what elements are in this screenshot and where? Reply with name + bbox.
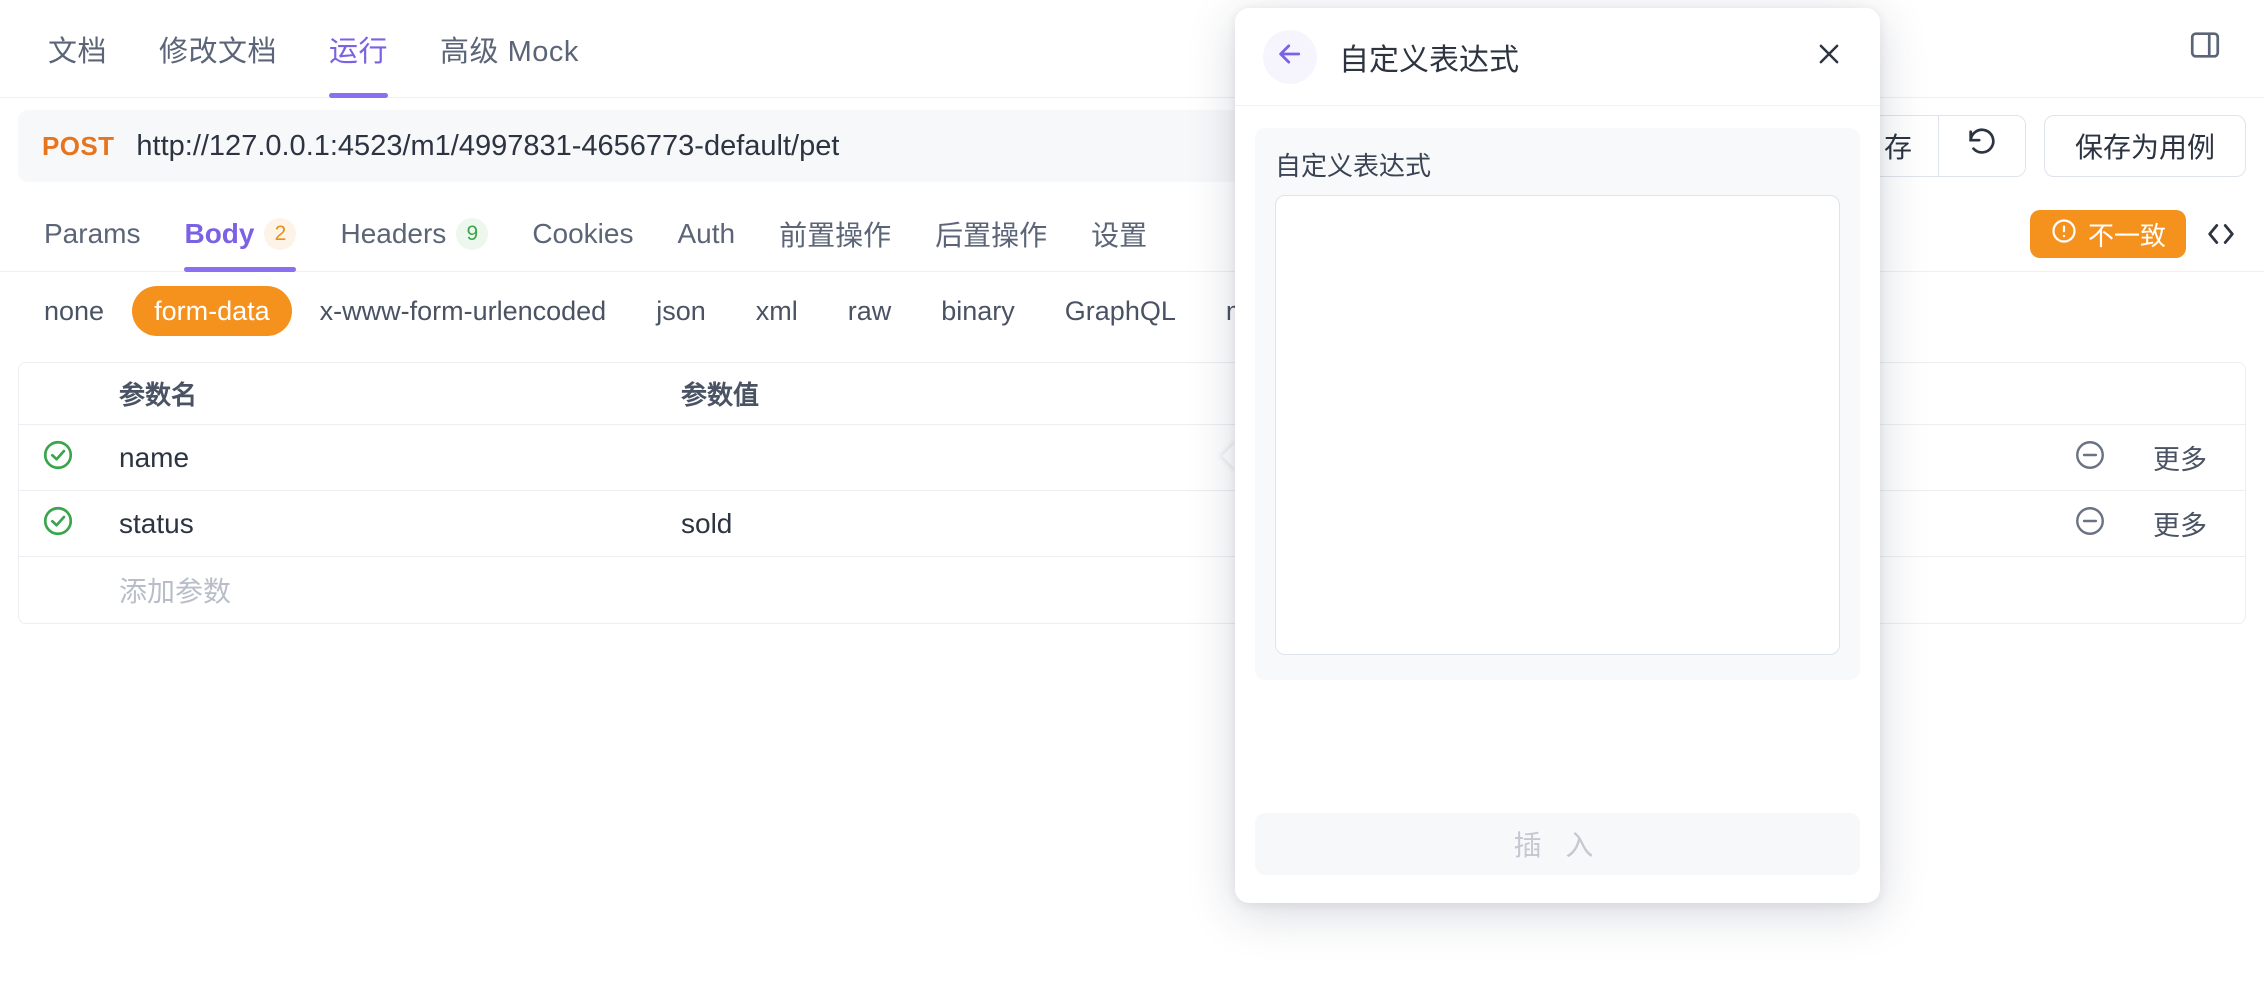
tab-label: 前置操作	[779, 214, 891, 254]
modal-close-button[interactable]	[1806, 34, 1852, 80]
tab-label: 设置	[1091, 214, 1147, 254]
content-type-x-www-form-urlencoded[interactable]: x-www-form-urlencoded	[298, 286, 629, 336]
row-checkbox[interactable]	[19, 438, 97, 477]
request-tabs-right-actions: 不一致	[2030, 196, 2238, 272]
row-actions: 更多	[2015, 438, 2245, 477]
content-type-binary[interactable]: binary	[919, 286, 1037, 336]
row-more-button[interactable]: 更多	[2153, 438, 2207, 477]
doc-tab-label: 高级 Mock	[440, 28, 579, 70]
document-tabs: 文档 修改文档 运行 高级 Mock	[0, 0, 2264, 98]
url-text: http://127.0.0.1:4523/m1/4997831-4656773…	[136, 130, 839, 163]
doc-tab-run[interactable]: 运行	[303, 0, 414, 98]
add-param-row[interactable]: 添加参数	[19, 557, 2245, 623]
row-more-button[interactable]: 更多	[2153, 504, 2207, 543]
tab-headers[interactable]: Headers 9	[318, 196, 510, 272]
doc-tab-label: 文档	[48, 28, 107, 70]
custom-expression-modal: 自定义表达式 自定义表达式 插 入	[1235, 8, 1880, 903]
row-checkbox[interactable]	[19, 504, 97, 543]
reset-button[interactable]	[1938, 116, 2025, 176]
doc-tab-edit-document[interactable]: 修改文档	[133, 0, 303, 98]
panel-layout-icon[interactable]	[2182, 22, 2228, 68]
modal-back-button[interactable]	[1263, 30, 1317, 84]
tab-pre-operation[interactable]: 前置操作	[757, 196, 913, 272]
doc-tab-label: 运行	[329, 28, 388, 70]
tab-label: Auth	[677, 218, 735, 250]
url-actions: 暂 存 保存为用例	[1821, 115, 2246, 177]
status-badge[interactable]: 不一致	[2030, 210, 2186, 258]
chip-label: none	[44, 296, 104, 327]
http-method: POST	[42, 131, 114, 162]
tab-post-operation[interactable]: 后置操作	[913, 196, 1069, 272]
expression-field-label: 自定义表达式	[1275, 146, 1840, 183]
add-param-placeholder[interactable]: 添加参数	[97, 570, 677, 610]
save-as-case-label: 保存为用例	[2075, 126, 2215, 166]
chip-label: form-data	[154, 296, 270, 327]
insert-button[interactable]: 插 入	[1255, 813, 1860, 875]
tab-label: Body	[184, 218, 254, 250]
table-row: status sold 更多	[19, 491, 2245, 557]
doc-tab-document[interactable]: 文档	[22, 0, 133, 98]
minus-circle-icon[interactable]	[2073, 438, 2107, 477]
modal-body: 自定义表达式 插 入	[1235, 106, 1880, 903]
tab-settings[interactable]: 设置	[1069, 196, 1169, 272]
tab-label: 后置操作	[935, 214, 1047, 254]
doc-tab-label: 修改文档	[159, 28, 277, 70]
doc-tab-advanced-mock[interactable]: 高级 Mock	[414, 0, 605, 98]
modal-footer: 插 入	[1235, 813, 1880, 903]
content-type-none[interactable]: none	[22, 286, 126, 336]
param-name-input[interactable]: status	[97, 508, 677, 540]
check-circle-icon	[41, 438, 75, 477]
form-data-table: 参数名 参数值 name	[18, 362, 2246, 624]
check-circle-icon	[41, 504, 75, 543]
tab-cookies[interactable]: Cookies	[510, 196, 655, 272]
tab-label: Params	[44, 218, 140, 250]
tab-params[interactable]: Params	[22, 196, 162, 272]
content-type-chips: none form-data x-www-form-urlencoded jso…	[0, 272, 2264, 350]
chip-label: binary	[941, 296, 1015, 327]
request-url-bar: POST http://127.0.0.1:4523/m1/4997831-46…	[18, 110, 2246, 182]
expression-textarea[interactable]	[1275, 195, 1840, 655]
expression-panel: 自定义表达式	[1255, 128, 1860, 680]
exclamation-circle-icon	[2050, 217, 2078, 252]
tab-auth[interactable]: Auth	[655, 196, 757, 272]
modal-title: 自定义表达式	[1339, 35, 1806, 79]
arrow-left-icon	[1275, 39, 1305, 74]
content-type-xml[interactable]: xml	[734, 286, 820, 336]
table-header-row: 参数名 参数值	[19, 363, 2245, 425]
tab-body[interactable]: Body 2	[162, 196, 318, 272]
content-type-graphql[interactable]: GraphQL	[1043, 286, 1198, 336]
tab-badge: 9	[456, 218, 488, 250]
close-icon	[1814, 39, 1844, 74]
row-actions: 更多	[2015, 504, 2245, 543]
save-as-case-button[interactable]: 保存为用例	[2044, 115, 2246, 177]
content-type-json[interactable]: json	[634, 286, 728, 336]
chip-label: x-www-form-urlencoded	[320, 296, 607, 327]
app-root: 文档 修改文档 运行 高级 Mock POST http://127.0.0.1…	[0, 0, 2264, 984]
tab-label: Cookies	[532, 218, 633, 250]
table-row: name 更多	[19, 425, 2245, 491]
status-badge-label: 不一致	[2088, 216, 2166, 253]
header-param-name: 参数名	[97, 375, 677, 412]
param-name-input[interactable]: name	[97, 442, 677, 474]
minus-circle-icon[interactable]	[2073, 504, 2107, 543]
request-tabs: Params Body 2 Headers 9 Cookies Auth 前置操…	[0, 196, 2264, 272]
chip-label: GraphQL	[1065, 296, 1176, 327]
modal-header: 自定义表达式	[1235, 8, 1880, 106]
chip-label: raw	[848, 296, 892, 327]
code-brackets-icon[interactable]	[2204, 217, 2238, 251]
chip-label: json	[656, 296, 706, 327]
tab-badge: 2	[264, 218, 296, 250]
content-type-form-data[interactable]: form-data	[132, 286, 292, 336]
reset-icon	[1965, 126, 1999, 167]
chip-label: xml	[756, 296, 798, 327]
tab-label: Headers	[340, 218, 446, 250]
content-type-raw[interactable]: raw	[826, 286, 914, 336]
